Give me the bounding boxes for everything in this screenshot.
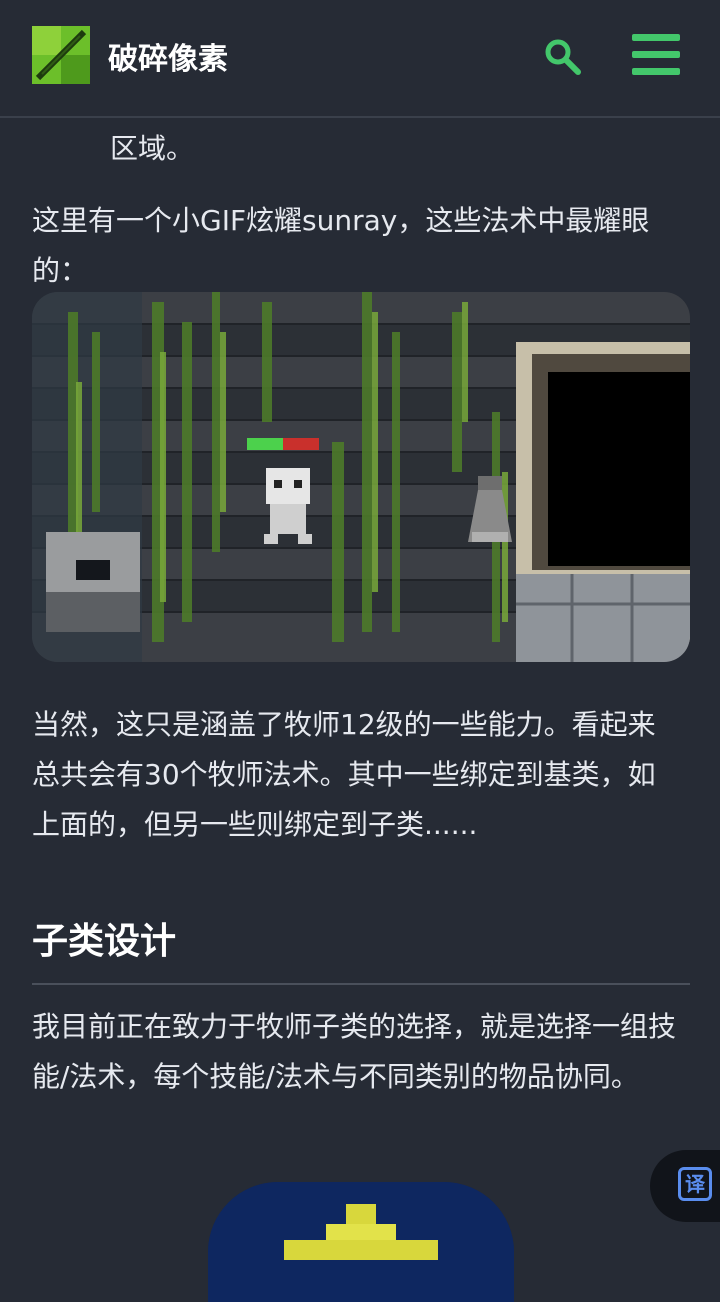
section-heading-subclass-design: 子类设计 [32,921,177,962]
translate-icon[interactable]: 译 [678,1167,712,1201]
paragraph-gif-intro: 这里有一个小GIF炫耀sunray，这些法术中最耀眼的： [32,204,650,287]
paragraph-priest-abilities: 当然，这只是涵盖了牧师12级的一些能力。看起来总共会有30个牧师法术。其中一些绑… [32,708,656,841]
heading-divider [32,983,690,985]
site-title[interactable]: 破碎像素 [108,34,228,78]
hamburger-menu-icon[interactable] [632,34,680,76]
translate-button[interactable]: 译 [650,1150,720,1222]
sunray-gif-image [32,292,690,662]
next-article-image [208,1182,514,1302]
top-navigation-bar: 破碎像素 [0,0,720,118]
paragraph-subclass-work: 我目前正在致力于牧师子类的选择，就是选择一组技能/法术，每个技能/法术与不同类别… [32,1010,677,1093]
search-icon[interactable] [542,36,582,76]
paragraph-fragment: 区域。 [110,132,195,165]
site-logo-icon[interactable] [32,26,90,84]
